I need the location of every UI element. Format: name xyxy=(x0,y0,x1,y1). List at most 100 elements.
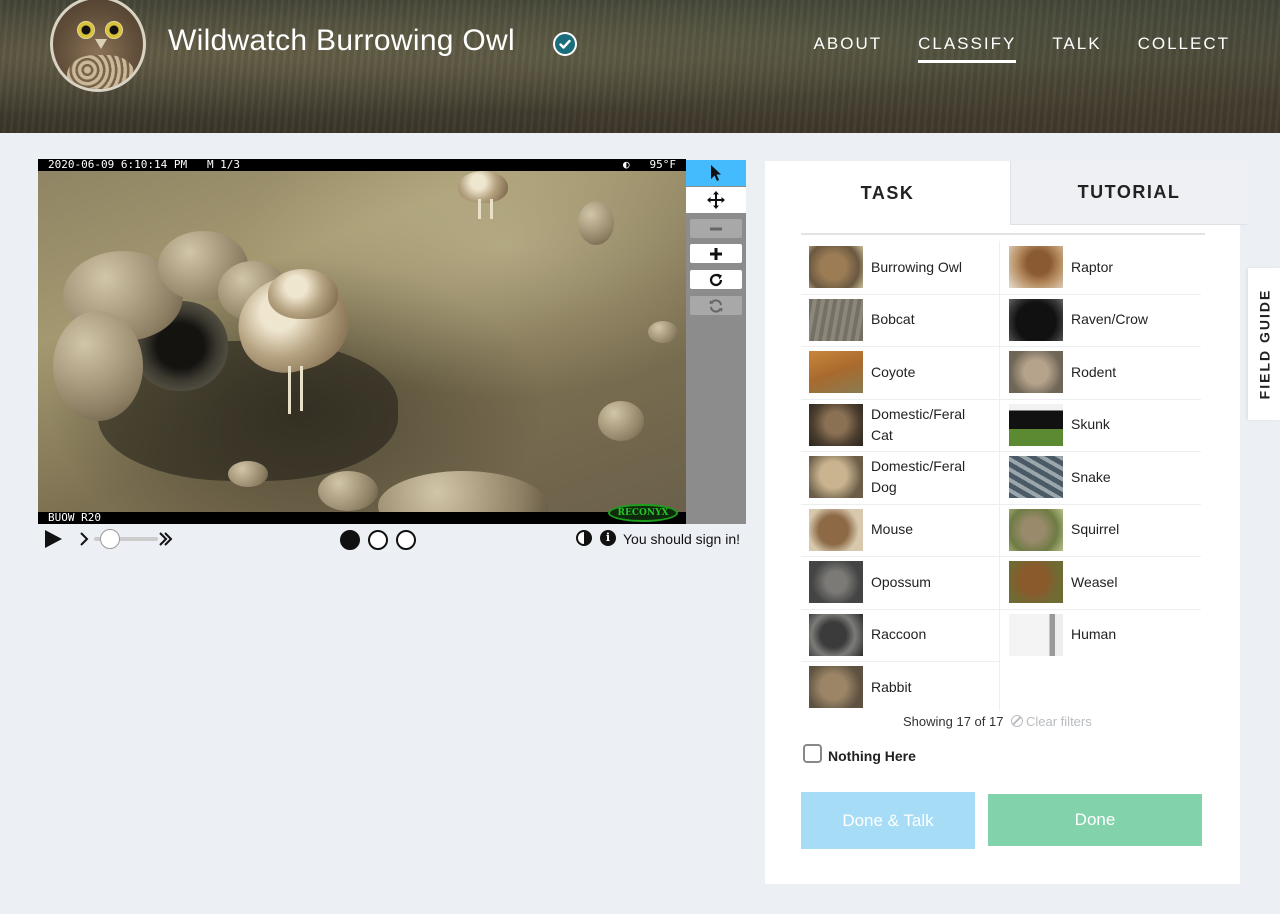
species-thumbnail xyxy=(809,403,863,446)
owl-head xyxy=(268,269,338,319)
move-tool-button[interactable] xyxy=(686,187,746,213)
species-choice[interactable]: Domestic/Feral Cat xyxy=(801,399,999,451)
owl-eye xyxy=(105,21,123,39)
species-label: Bobcat xyxy=(871,311,915,327)
species-thumbnail xyxy=(1009,246,1063,288)
zoom-out-button[interactable] xyxy=(690,219,742,238)
subject-image[interactable] xyxy=(38,171,686,524)
camera-id-bar: BUOW R20 xyxy=(38,512,686,524)
species-thumbnail xyxy=(809,613,863,656)
info-icon[interactable]: i xyxy=(600,530,616,546)
species-choice[interactable]: Coyote xyxy=(801,346,999,398)
species-choice[interactable]: Rabbit xyxy=(801,661,999,713)
nav-about[interactable]: ABOUT xyxy=(814,34,883,63)
play-button[interactable] xyxy=(42,528,64,550)
species-choice[interactable]: Raccoon xyxy=(801,609,999,661)
species-label: Snake xyxy=(1071,468,1111,485)
rock xyxy=(578,201,614,245)
owl-beak xyxy=(95,39,107,49)
species-label: Skunk xyxy=(1071,416,1110,432)
rock xyxy=(598,401,644,441)
verified-badge-icon xyxy=(553,32,577,56)
rotate-button[interactable] xyxy=(690,270,742,289)
species-choice[interactable]: Raptor xyxy=(1001,241,1199,293)
species-choice[interactable]: Burrowing Owl xyxy=(801,241,999,293)
species-choice[interactable]: Human xyxy=(1001,609,1199,661)
frame-dot-3[interactable] xyxy=(396,530,416,550)
done-and-talk-button[interactable]: Done & Talk xyxy=(801,792,975,849)
annotate-tool-button[interactable] xyxy=(686,160,746,186)
species-label: Domestic/Feral Dog xyxy=(871,458,966,495)
next-frame-button[interactable] xyxy=(78,531,90,547)
species-label: Squirrel xyxy=(1071,521,1120,537)
species-choice[interactable]: Opossum xyxy=(801,556,999,608)
owl-leg xyxy=(490,199,493,219)
chevron-right-icon xyxy=(80,532,89,546)
species-thumbnail xyxy=(809,508,863,551)
plus-icon xyxy=(710,247,722,260)
camera-stamp-bar: 2020-06-09 6:10:14 PM M 1/3 ◐ 95°F xyxy=(38,159,686,171)
move-arrows-icon xyxy=(707,191,725,209)
grid-divider xyxy=(999,241,1000,711)
species-choice[interactable]: Domestic/Feral Dog xyxy=(801,451,999,503)
species-choice[interactable]: Skunk xyxy=(1001,399,1199,451)
clear-filters-button[interactable]: Clear filters xyxy=(1011,714,1092,729)
ban-icon xyxy=(1011,715,1023,727)
refresh-icon xyxy=(709,298,723,313)
project-avatar[interactable] xyxy=(50,0,146,92)
species-choice[interactable]: Bobcat xyxy=(801,294,999,346)
frame-controls: i You should sign in! xyxy=(38,524,748,554)
species-label: Raccoon xyxy=(871,626,927,642)
species-thumbnail xyxy=(1009,561,1063,603)
double-chevron-right-icon xyxy=(159,532,173,546)
grid-divider xyxy=(801,556,1201,557)
clear-filters-label: Clear filters xyxy=(1026,714,1092,729)
species-choice[interactable]: Mouse xyxy=(801,504,999,556)
nav-collect[interactable]: COLLECT xyxy=(1138,34,1230,63)
species-thumbnail xyxy=(1009,298,1063,341)
rock xyxy=(648,321,678,343)
frame-dot-2[interactable] xyxy=(368,530,388,550)
species-choice[interactable]: Snake xyxy=(1001,451,1199,503)
species-thumbnail xyxy=(1009,351,1063,393)
frame-dot-1[interactable] xyxy=(340,530,360,550)
fast-forward-button[interactable] xyxy=(158,531,174,547)
field-guide-tab[interactable]: FIELD GUIDE xyxy=(1248,268,1280,420)
panel-divider xyxy=(801,233,1205,235)
nav-classify[interactable]: CLASSIFY xyxy=(918,34,1017,63)
species-choice[interactable]: Rodent xyxy=(1001,346,1199,398)
image-toolbar xyxy=(686,160,746,524)
subject-viewer[interactable]: 2020-06-09 6:10:14 PM M 1/3 ◐ 95°F BUOW … xyxy=(38,159,686,524)
camera-id: BUOW R20 xyxy=(48,511,101,524)
signin-notice[interactable]: You should sign in! xyxy=(623,531,740,547)
project-title[interactable]: Wildwatch Burrowing Owl xyxy=(168,24,515,58)
reset-view-button[interactable] xyxy=(690,296,742,315)
owl-breast xyxy=(67,55,135,89)
site-header xyxy=(0,0,1280,133)
grid-divider xyxy=(801,293,1201,295)
tab-tutorial[interactable]: TUTORIAL xyxy=(1010,161,1247,225)
species-thumbnail xyxy=(1009,403,1063,446)
species-choice[interactable]: Squirrel xyxy=(1001,504,1199,556)
done-button[interactable]: Done xyxy=(988,794,1202,846)
camera-temperature: ◐ 95°F xyxy=(623,159,676,171)
nothing-here-checkbox[interactable] xyxy=(803,744,822,763)
tab-task[interactable]: TASK xyxy=(765,161,1010,225)
species-label: Rabbit xyxy=(871,678,912,695)
species-choice[interactable]: Raven/Crow xyxy=(1001,294,1199,346)
invert-colors-icon[interactable] xyxy=(576,530,592,546)
grid-divider xyxy=(801,346,1201,347)
species-thumbnail xyxy=(1009,508,1063,551)
nav-talk[interactable]: TALK xyxy=(1052,34,1101,63)
task-panel: TASK TUTORIAL Burrowing Owl Raptor Bobcat R… xyxy=(765,161,1247,884)
species-thumbnail xyxy=(809,561,863,603)
slider-thumb[interactable] xyxy=(100,529,120,549)
zoom-in-button[interactable] xyxy=(690,244,742,263)
species-choice[interactable]: Weasel xyxy=(1001,556,1199,608)
nothing-here-label[interactable]: Nothing Here xyxy=(828,748,916,764)
species-thumbnail xyxy=(809,246,863,288)
project-nav: ABOUT CLASSIFY TALK COLLECT xyxy=(814,34,1230,63)
owl-leg xyxy=(478,199,481,219)
camera-brand-logo: RECONYX xyxy=(608,504,678,522)
species-label: Rodent xyxy=(1071,363,1117,380)
